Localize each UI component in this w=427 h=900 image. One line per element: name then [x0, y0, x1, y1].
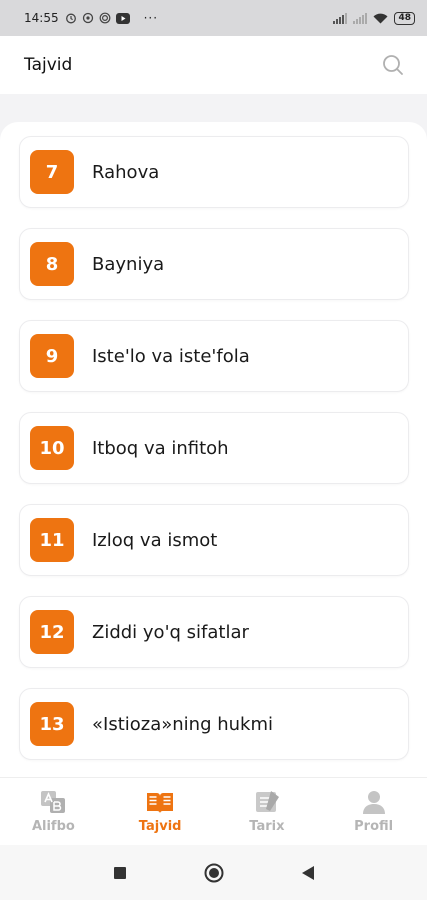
- radio-icon: [99, 12, 110, 24]
- status-time: 14:55: [24, 11, 59, 25]
- nav-label: Alifbo: [31, 819, 75, 834]
- settings-icon: [82, 12, 93, 24]
- cell-signal-icon: [333, 12, 348, 24]
- lesson-title: «Istioza»ning hukmi: [92, 713, 274, 735]
- home-button[interactable]: [202, 861, 226, 885]
- alphabet-icon: [41, 791, 66, 813]
- search-button[interactable]: [379, 51, 407, 79]
- lesson-number-badge: 12: [30, 610, 74, 654]
- lesson-number-badge: 9: [30, 334, 74, 378]
- lesson-number-badge: 10: [30, 426, 74, 470]
- lesson-item[interactable]: 12 Ziddi yo'q sifatlar: [19, 596, 409, 668]
- status-more-dots: ···: [143, 11, 159, 25]
- status-notification-icons: [65, 12, 130, 24]
- lesson-title: Bayniya: [92, 253, 165, 275]
- status-left: 14:55 ···: [24, 11, 158, 25]
- alarm-icon: [65, 13, 76, 24]
- lesson-item[interactable]: 13 «Istioza»ning hukmi: [19, 688, 409, 760]
- user-icon: [362, 791, 385, 814]
- lesson-title: Rahova: [92, 161, 160, 183]
- lesson-number-badge: 8: [30, 242, 74, 286]
- lesson-item[interactable]: 8 Bayniya: [19, 228, 409, 300]
- system-navigation-bar: [0, 845, 427, 900]
- recents-button[interactable]: [108, 861, 132, 885]
- lesson-title: Ziddi yo'q sifatlar: [92, 621, 249, 643]
- lesson-item[interactable]: 7 Rahova: [19, 136, 409, 208]
- page-title: Tajvid: [24, 55, 73, 75]
- nav-label: Tarix: [249, 819, 285, 834]
- back-button[interactable]: [296, 861, 320, 885]
- app-header: Tajvid: [0, 36, 427, 94]
- lesson-title: Izloq va ismot: [92, 529, 218, 551]
- nav-profil[interactable]: Profil: [320, 778, 427, 845]
- lesson-item[interactable]: 9 Iste'lo va iste'fola: [19, 320, 409, 392]
- nav-label: Profil: [354, 819, 394, 834]
- bottom-navigation: Alifbo Tajvid Tarix Profil: [0, 777, 427, 845]
- lesson-number-badge: 7: [30, 150, 74, 194]
- lesson-number-badge: 11: [30, 518, 74, 562]
- back-triangle-icon: [301, 865, 314, 880]
- search-icon: [383, 55, 403, 75]
- circle-icon: [204, 863, 223, 882]
- scroll-icon: [255, 791, 279, 812]
- nav-label: Tajvid: [138, 819, 182, 834]
- cell-signal-2-icon: [353, 12, 368, 24]
- status-bar: 14:55 ··· 48: [0, 0, 427, 36]
- youtube-icon: [115, 12, 130, 24]
- nav-tajvid[interactable]: Tajvid: [107, 778, 214, 845]
- lesson-number-badge: 13: [30, 702, 74, 746]
- lesson-list: 7 Rahova 8 Bayniya 9 Iste'lo va iste'fol…: [0, 122, 427, 777]
- nav-alifbo[interactable]: Alifbo: [0, 778, 107, 845]
- wifi-icon: [373, 13, 388, 23]
- book-icon: [147, 793, 174, 813]
- lesson-item[interactable]: 11 Izloq va ismot: [19, 504, 409, 576]
- nav-tarix[interactable]: Tarix: [214, 778, 321, 845]
- status-right: 48: [333, 11, 415, 25]
- lesson-title: Iste'lo va iste'fola: [92, 345, 250, 367]
- lesson-title: Itboq va infitoh: [92, 437, 229, 459]
- battery-indicator: 48: [394, 11, 415, 25]
- lesson-item[interactable]: 10 Itboq va infitoh: [19, 412, 409, 484]
- square-icon: [113, 866, 126, 879]
